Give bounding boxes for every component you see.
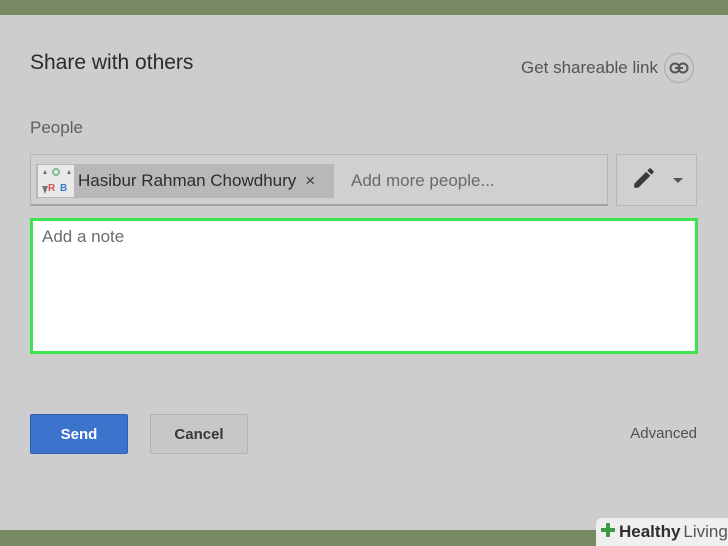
dialog-title: Share with others xyxy=(30,51,194,74)
chevron-down-icon xyxy=(672,171,683,189)
people-field[interactable]: R B Hasibur Rahman Chowdhury × xyxy=(30,154,608,206)
people-label: People xyxy=(30,118,83,137)
note-textarea[interactable] xyxy=(30,218,698,354)
get-shareable-link[interactable]: Get shareable link xyxy=(521,52,694,84)
advanced-link[interactable]: Advanced xyxy=(630,425,697,442)
permission-dropdown[interactable] xyxy=(616,154,697,206)
svg-text:B: B xyxy=(60,183,67,194)
send-button[interactable]: Send xyxy=(30,414,128,454)
person-chip-name: Hasibur Rahman Chowdhury xyxy=(78,171,297,190)
watermark-brand-bold: Healthy xyxy=(619,522,681,541)
remove-person-icon[interactable]: × xyxy=(305,171,315,191)
watermark-brand-light: Living xyxy=(683,522,728,541)
cancel-button[interactable]: Cancel xyxy=(150,414,248,454)
link-icon[interactable] xyxy=(664,53,694,83)
person-chip[interactable]: R B Hasibur Rahman Chowdhury × xyxy=(36,164,334,198)
plus-icon xyxy=(600,522,616,543)
pencil-icon xyxy=(631,165,657,196)
avatar: R B xyxy=(38,165,74,197)
add-people-input[interactable] xyxy=(349,167,603,195)
svg-text:R: R xyxy=(48,183,56,194)
share-dialog: Share with others Get shareable link Peo… xyxy=(0,15,728,530)
share-link-label: Get shareable link xyxy=(520,58,658,77)
watermark: Healthy Living xyxy=(596,518,728,546)
